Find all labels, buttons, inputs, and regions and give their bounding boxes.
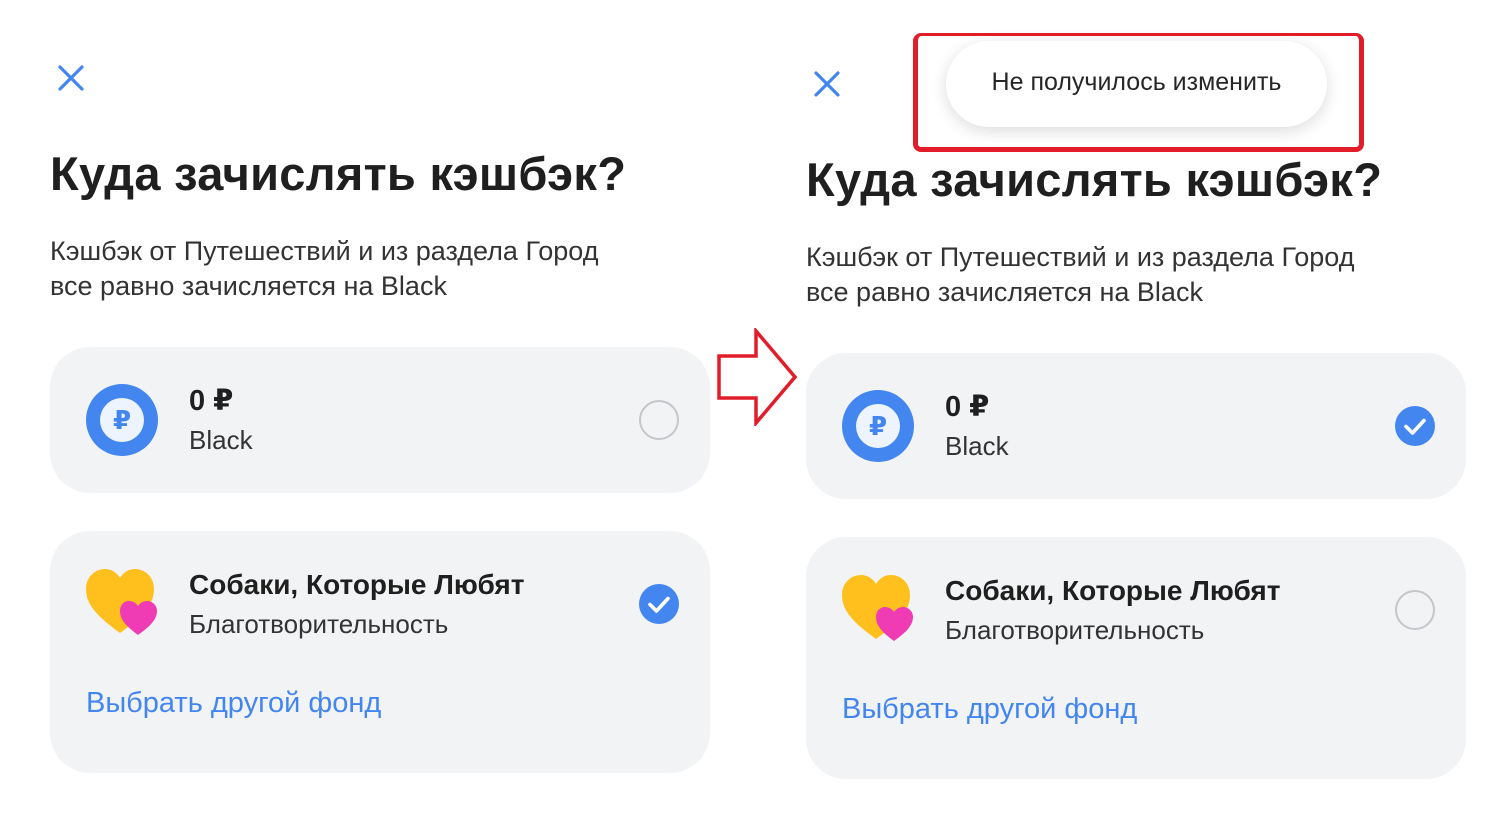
option-name: Black (189, 425, 253, 455)
page-subtitle: Кэшбэк от Путешествий и из раздела Город… (806, 240, 1446, 310)
check-icon (648, 596, 670, 613)
close-button[interactable] (812, 69, 842, 99)
check-icon (1404, 418, 1426, 435)
heart-icon (842, 575, 913, 641)
radio-unchecked[interactable] (639, 400, 679, 440)
option-amount: 0 ₽ (189, 385, 234, 417)
charity-name: Собаки, Которые Любят (945, 575, 1281, 606)
choose-another-fund-link[interactable]: Выбрать другой фонд (86, 687, 381, 720)
charity-type: Благотворительность (189, 609, 449, 639)
option-name: Black (945, 431, 1009, 461)
heart-icon (86, 569, 157, 635)
radio-checked[interactable] (1395, 406, 1435, 446)
option-card-charity[interactable]: Собаки, Которые Любят Благотворительност… (806, 537, 1466, 779)
screen-before: Куда зачислять кэшбэк? Кэшбэк от Путешес… (0, 0, 710, 826)
subtitle-line: все равно зачисляется на Black (806, 277, 1203, 307)
coin-symbol: ₽ (100, 398, 144, 442)
ruble-coin-icon: ₽ (86, 384, 158, 456)
option-card-black[interactable]: ₽ 0 ₽ Black (50, 347, 710, 493)
close-icon (814, 71, 840, 97)
radio-checked[interactable] (639, 584, 679, 624)
charity-type: Благотворительность (945, 615, 1205, 645)
subtitle-line: Кэшбэк от Путешествий и из раздела Город (50, 236, 599, 266)
subtitle-line: Кэшбэк от Путешествий и из раздела Город (806, 242, 1355, 272)
subtitle-line: все равно зачисляется на Black (50, 271, 447, 301)
close-button[interactable] (56, 63, 86, 93)
page-title: Куда зачислять кэшбэк? (50, 147, 627, 200)
option-amount: 0 ₽ (945, 391, 990, 423)
annotation-highlight (913, 33, 1364, 152)
page-title: Куда зачислять кэшбэк? (806, 153, 1383, 206)
choose-another-fund-link[interactable]: Выбрать другой фонд (842, 693, 1137, 726)
page-subtitle: Кэшбэк от Путешествий и из раздела Город… (50, 234, 690, 304)
close-icon (58, 65, 84, 91)
option-card-black[interactable]: ₽ 0 ₽ Black (806, 353, 1466, 499)
radio-unchecked[interactable] (1395, 590, 1435, 630)
option-card-charity[interactable]: Собаки, Которые Любят Благотворительност… (50, 531, 710, 773)
charity-name: Собаки, Которые Любят (189, 569, 525, 600)
ruble-coin-icon: ₽ (842, 390, 914, 462)
coin-symbol: ₽ (856, 404, 900, 448)
